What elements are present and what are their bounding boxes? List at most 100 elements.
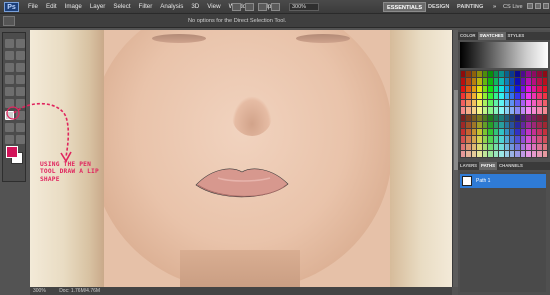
- maximize-icon[interactable]: [535, 3, 541, 9]
- swatch-cell[interactable]: [520, 136, 526, 143]
- swatch-cell[interactable]: [531, 107, 537, 114]
- swatch-cell[interactable]: [531, 143, 537, 150]
- swatch-cell[interactable]: [509, 114, 515, 121]
- minimize-icon[interactable]: [527, 3, 533, 9]
- swatch-cell[interactable]: [461, 100, 466, 107]
- swatch-cell[interactable]: [515, 100, 520, 107]
- swatch-cell[interactable]: [499, 136, 504, 143]
- swatch-cell[interactable]: [482, 85, 488, 92]
- swatches-grid[interactable]: [460, 70, 548, 158]
- swatch-cell[interactable]: [537, 107, 542, 114]
- swatch-cell[interactable]: [509, 150, 515, 157]
- zoom-icon[interactable]: [271, 3, 280, 11]
- swatch-cell[interactable]: [526, 129, 531, 136]
- swatch-cell[interactable]: [509, 100, 515, 107]
- more-workspaces-button[interactable]: »: [490, 2, 499, 12]
- swatch-cell[interactable]: [526, 143, 531, 150]
- swatch-cell[interactable]: [542, 85, 547, 92]
- swatch-cell[interactable]: [542, 150, 547, 157]
- quick-select-icon[interactable]: [16, 51, 25, 60]
- swatch-cell[interactable]: [499, 150, 504, 157]
- swatch-cell[interactable]: [471, 121, 477, 128]
- swatch-cell[interactable]: [504, 92, 509, 99]
- swatch-cell[interactable]: [488, 85, 493, 92]
- swatch-cell[interactable]: [471, 92, 477, 99]
- swatch-cell[interactable]: [504, 100, 509, 107]
- tool-preset-picker[interactable]: [3, 16, 15, 26]
- swatch-cell[interactable]: [477, 129, 482, 136]
- swatch-cell[interactable]: [531, 85, 537, 92]
- eyedropper-icon[interactable]: [16, 63, 25, 72]
- menu-analysis[interactable]: Analysis: [156, 0, 187, 14]
- swatch-cell[interactable]: [499, 71, 504, 78]
- lasso-icon[interactable]: [5, 51, 14, 60]
- swatch-cell[interactable]: [477, 71, 482, 78]
- swatch-cell[interactable]: [542, 136, 547, 143]
- swatch-cell[interactable]: [493, 114, 499, 121]
- swatch-cell[interactable]: [537, 92, 542, 99]
- swatch-cell[interactable]: [515, 121, 520, 128]
- swatch-cell[interactable]: [493, 107, 499, 114]
- swatch-cell[interactable]: [526, 107, 531, 114]
- cs-live-button[interactable]: CS Live: [503, 2, 523, 12]
- swatch-cell[interactable]: [482, 143, 488, 150]
- swatch-cell[interactable]: [504, 150, 509, 157]
- swatch-cell[interactable]: [520, 78, 526, 85]
- swatch-cell[interactable]: [482, 129, 488, 136]
- swatch-cell[interactable]: [488, 107, 493, 114]
- swatch-cell[interactable]: [499, 143, 504, 150]
- swatch-cell[interactable]: [488, 71, 493, 78]
- swatch-cell[interactable]: [499, 85, 504, 92]
- swatch-cell[interactable]: [482, 100, 488, 107]
- marquee-icon[interactable]: [16, 39, 25, 48]
- workspace-design[interactable]: DESIGN: [425, 2, 452, 12]
- swatch-cell[interactable]: [488, 114, 493, 121]
- swatch-cell[interactable]: [537, 136, 542, 143]
- swatch-cell[interactable]: [515, 71, 520, 78]
- swatch-cell[interactable]: [537, 71, 542, 78]
- swatch-cell[interactable]: [471, 150, 477, 157]
- swatch-cell[interactable]: [471, 143, 477, 150]
- swatch-cell[interactable]: [504, 136, 509, 143]
- swatch-cell[interactable]: [537, 85, 542, 92]
- swatch-cell[interactable]: [493, 136, 499, 143]
- swatch-cell[interactable]: [488, 143, 493, 150]
- swatch-cell[interactable]: [515, 92, 520, 99]
- swatch-cell[interactable]: [526, 92, 531, 99]
- swatch-cell[interactable]: [471, 107, 477, 114]
- swatch-cell[interactable]: [520, 107, 526, 114]
- menu-image[interactable]: Image: [61, 0, 86, 14]
- swatch-cell[interactable]: [466, 107, 471, 114]
- swatch-cell[interactable]: [531, 92, 537, 99]
- swatch-cell[interactable]: [477, 85, 482, 92]
- swatch-cell[interactable]: [526, 78, 531, 85]
- swatch-cell[interactable]: [509, 143, 515, 150]
- menu-edit[interactable]: Edit: [42, 0, 61, 14]
- menu-3d[interactable]: 3D: [187, 0, 203, 14]
- document-canvas[interactable]: [30, 30, 452, 287]
- swatches-top-row[interactable]: [460, 42, 548, 68]
- swatch-cell[interactable]: [515, 143, 520, 150]
- swatch-cell[interactable]: [509, 129, 515, 136]
- swatch-cell[interactable]: [520, 150, 526, 157]
- swatch-cell[interactable]: [461, 150, 466, 157]
- swatch-cell[interactable]: [537, 129, 542, 136]
- swatch-cell[interactable]: [509, 107, 515, 114]
- path-row[interactable]: Path 1: [460, 174, 546, 188]
- swatch-cell[interactable]: [461, 107, 466, 114]
- swatch-cell[interactable]: [542, 121, 547, 128]
- swatch-cell[interactable]: [531, 150, 537, 157]
- foreground-color-swatch[interactable]: [6, 146, 18, 158]
- swatch-cell[interactable]: [477, 150, 482, 157]
- swatch-cell[interactable]: [482, 78, 488, 85]
- swatch-cell[interactable]: [504, 114, 509, 121]
- zoom-level-select[interactable]: 300%: [289, 3, 319, 11]
- swatch-cell[interactable]: [542, 100, 547, 107]
- swatch-cell[interactable]: [466, 143, 471, 150]
- swatch-cell[interactable]: [520, 100, 526, 107]
- swatch-cell[interactable]: [499, 78, 504, 85]
- move-icon[interactable]: [5, 39, 14, 48]
- menu-select[interactable]: Select: [109, 0, 134, 14]
- swatch-cell[interactable]: [504, 129, 509, 136]
- swatch-cell[interactable]: [471, 129, 477, 136]
